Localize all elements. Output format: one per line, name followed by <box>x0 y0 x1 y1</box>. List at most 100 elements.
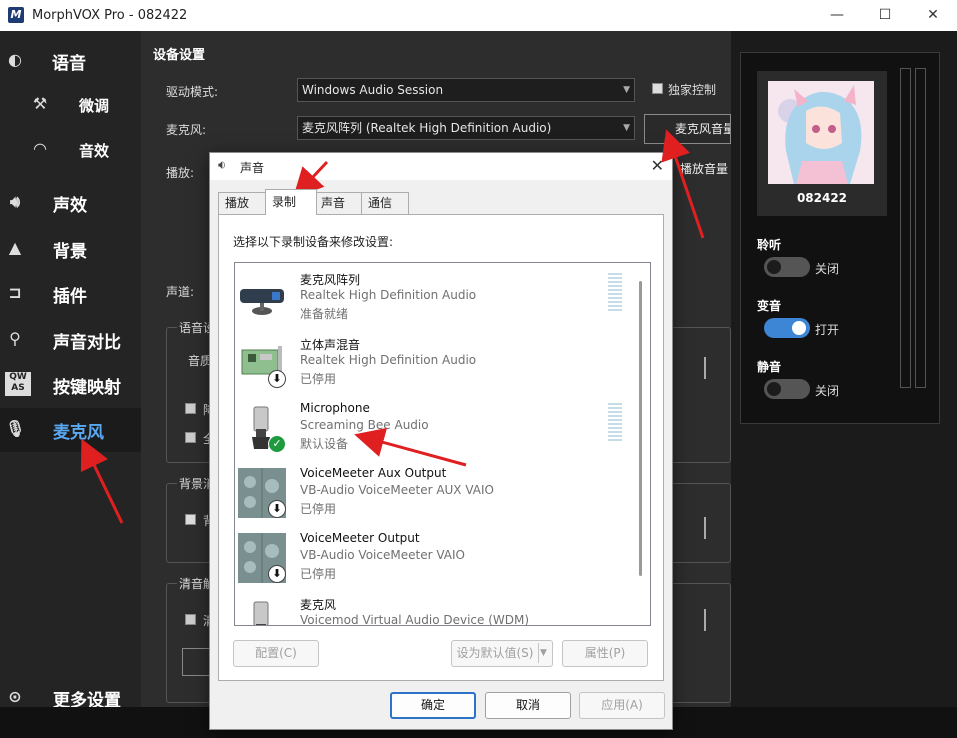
close-icon[interactable]: ✕ <box>651 156 664 175</box>
sound-dialog: 🔉︎ 声音 ✕ 播放 录制 声音 通信 选择以下录制设备来修改设置: 麦克风阵列… <box>209 152 673 730</box>
device-name: VoiceMeeter Aux Output <box>300 466 447 480</box>
microphone-volume-button[interactable]: 麦克风音量 <box>644 114 731 144</box>
maximize-button[interactable]: ☐ <box>862 0 908 31</box>
clear-audio-field[interactable] <box>182 648 212 676</box>
sidebar-item-label: 麦克风 <box>53 423 104 443</box>
avatar <box>768 81 874 184</box>
voice-change-label: 变音 <box>757 299 782 313</box>
window-title: MorphVOX Pro - 082422 <box>32 8 188 23</box>
listen-toggle[interactable] <box>764 257 810 277</box>
disabled-badge-icon: ⬇ <box>268 500 286 518</box>
listen-label: 聆听 <box>757 238 782 252</box>
magnifier-icon: ⚲ <box>9 329 21 348</box>
recording-device-list[interactable]: 麦克风阵列 Realtek High Definition Audio 准备就绪… <box>234 262 651 626</box>
sidebar-item-tweak[interactable]: ⚒ 微调 <box>0 83 141 127</box>
configure-button[interactable]: 配置(C) <box>233 640 319 667</box>
list-item[interactable]: 麦克风 Voicemod Virtual Audio Device (WDM) <box>235 592 635 626</box>
device-name: VoiceMeeter Output <box>300 531 420 545</box>
option-checkbox[interactable] <box>185 403 196 414</box>
microphone-icon: 🎙︎ <box>5 419 26 438</box>
tab-playback[interactable]: 播放 <box>218 192 266 214</box>
mute-toggle[interactable] <box>764 379 810 399</box>
device-status: 默认设备 <box>300 437 349 451</box>
device-description: VB-Audio VoiceMeeter AUX VAIO <box>300 483 494 497</box>
ok-button[interactable]: 确定 <box>390 692 476 719</box>
list-item[interactable]: ⬇ VoiceMeeter Aux Output VB-Audio VoiceM… <box>235 462 635 527</box>
channel-label: 声道: <box>166 285 195 299</box>
device-name: 麦克风 <box>300 598 337 612</box>
microphone-select[interactable]: 麦克风阵列 (Realtek High Definition Audio) ▼ <box>297 116 635 140</box>
device-description: Realtek High Definition Audio <box>300 288 477 302</box>
sidebar-item-voice[interactable]: ◐ 语音 <box>0 39 141 83</box>
keyboard-icon: QW AS <box>5 372 31 396</box>
disabled-badge-icon: ⬇ <box>268 370 286 388</box>
device-name: 麦克风阵列 <box>300 273 361 287</box>
chevron-down-icon: ▼ <box>623 85 630 95</box>
mute-state: 关闭 <box>815 384 840 398</box>
sidebar-item-effects[interactable]: 🔊︎ 声效 <box>0 181 141 225</box>
exclusive-control-label: 独家控制 <box>668 83 717 97</box>
device-description: Screaming Bee Audio <box>300 418 429 432</box>
level-meter <box>608 403 622 443</box>
sidebar-item-plugins[interactable]: ⊐ 插件 <box>0 272 141 316</box>
toggle-knob <box>767 382 781 396</box>
sidebar-item-keymap[interactable]: QW AS 按键映射 <box>0 363 141 407</box>
apply-button[interactable]: 应用(A) <box>579 692 665 719</box>
speaker-icon: 🔉︎ <box>218 158 227 173</box>
exclusive-control-checkbox[interactable] <box>652 83 663 94</box>
app-logo-icon: M <box>8 7 24 23</box>
disabled-badge-icon: ⬇ <box>268 565 286 583</box>
default-device-check-icon: ✓ <box>268 435 286 453</box>
instruction-text: 选择以下录制设备来修改设置: <box>233 235 394 249</box>
sidebar-item-label: 插件 <box>53 287 87 307</box>
mute-label: 静音 <box>757 360 782 374</box>
slider-thumb[interactable] <box>704 609 706 631</box>
voice-icon: ◐ <box>8 50 22 69</box>
slider-thumb[interactable] <box>704 357 706 379</box>
device-description: Realtek High Definition Audio <box>300 353 477 367</box>
toggle-knob <box>767 260 781 274</box>
minimize-button[interactable]: — <box>814 0 860 31</box>
close-button[interactable]: ✕ <box>910 0 956 31</box>
background-checkbox[interactable] <box>185 514 196 525</box>
chevron-down-icon[interactable]: ▼ <box>540 641 547 666</box>
device-status: 已停用 <box>300 567 337 581</box>
driver-mode-select[interactable]: Windows Audio Session ▼ <box>297 78 635 102</box>
driver-mode-label: 驱动模式: <box>166 85 219 99</box>
option-checkbox[interactable] <box>185 432 196 443</box>
playback-label: 播放: <box>166 166 195 180</box>
sidebar-item-label: 声音对比 <box>53 333 121 353</box>
cancel-button[interactable]: 取消 <box>485 692 571 719</box>
dialog-title-bar: 🔉︎ 声音 ✕ <box>210 153 672 180</box>
device-status: 准备就绪 <box>300 307 349 321</box>
list-item[interactable]: ⬇ VoiceMeeter Output VB-Audio VoiceMeete… <box>235 527 635 592</box>
list-scrollbar[interactable] <box>639 281 642 576</box>
clear-audio-checkbox[interactable] <box>185 614 196 625</box>
device-description: Voicemod Virtual Audio Device (WDM) <box>300 613 530 626</box>
list-item[interactable]: 麦克风阵列 Realtek High Definition Audio 准备就绪 <box>235 267 635 332</box>
voice-change-toggle[interactable] <box>764 318 810 338</box>
slider-thumb[interactable] <box>704 517 706 539</box>
set-default-label: 设为默认值(S) <box>456 646 534 660</box>
recording-panel: 选择以下录制设备来修改设置: 麦克风阵列 Realtek High Defini… <box>218 214 664 681</box>
list-item[interactable]: ⬇ 立体声混音 Realtek High Definition Audio 已停… <box>235 332 635 397</box>
microphone-value: 麦克风阵列 (Realtek High Definition Audio) <box>302 121 552 135</box>
device-status: 已停用 <box>300 502 337 516</box>
page-title: 设备设置 <box>153 48 206 63</box>
dialog-title: 声音 <box>240 161 265 175</box>
sidebar-item-compare[interactable]: ⚲ 声音对比 <box>0 318 141 362</box>
sidebar-item-background[interactable]: ▲ 背景 <box>0 227 141 271</box>
sidebar-item-microphone[interactable]: 🎙︎ 麦克风 <box>0 408 141 452</box>
set-default-button[interactable]: 设为默认值(S) ▼ <box>451 640 553 667</box>
level-meter-right <box>915 68 926 388</box>
tab-recording[interactable]: 录制 <box>265 189 317 215</box>
voice-change-state: 打开 <box>815 323 840 337</box>
tab-sounds[interactable]: 声音 <box>314 192 362 214</box>
sidebar-item-sound-effect[interactable]: ◠ 音效 <box>0 128 141 172</box>
list-item[interactable]: ✓ Microphone Screaming Bee Audio 默认设备 <box>235 397 635 462</box>
title-bar: M MorphVOX Pro - 082422 — ☐ ✕ <box>0 0 957 31</box>
device-status: 已停用 <box>300 372 337 386</box>
properties-button[interactable]: 属性(P) <box>562 640 648 667</box>
username: 082422 <box>796 191 848 205</box>
tab-communications[interactable]: 通信 <box>361 192 409 214</box>
